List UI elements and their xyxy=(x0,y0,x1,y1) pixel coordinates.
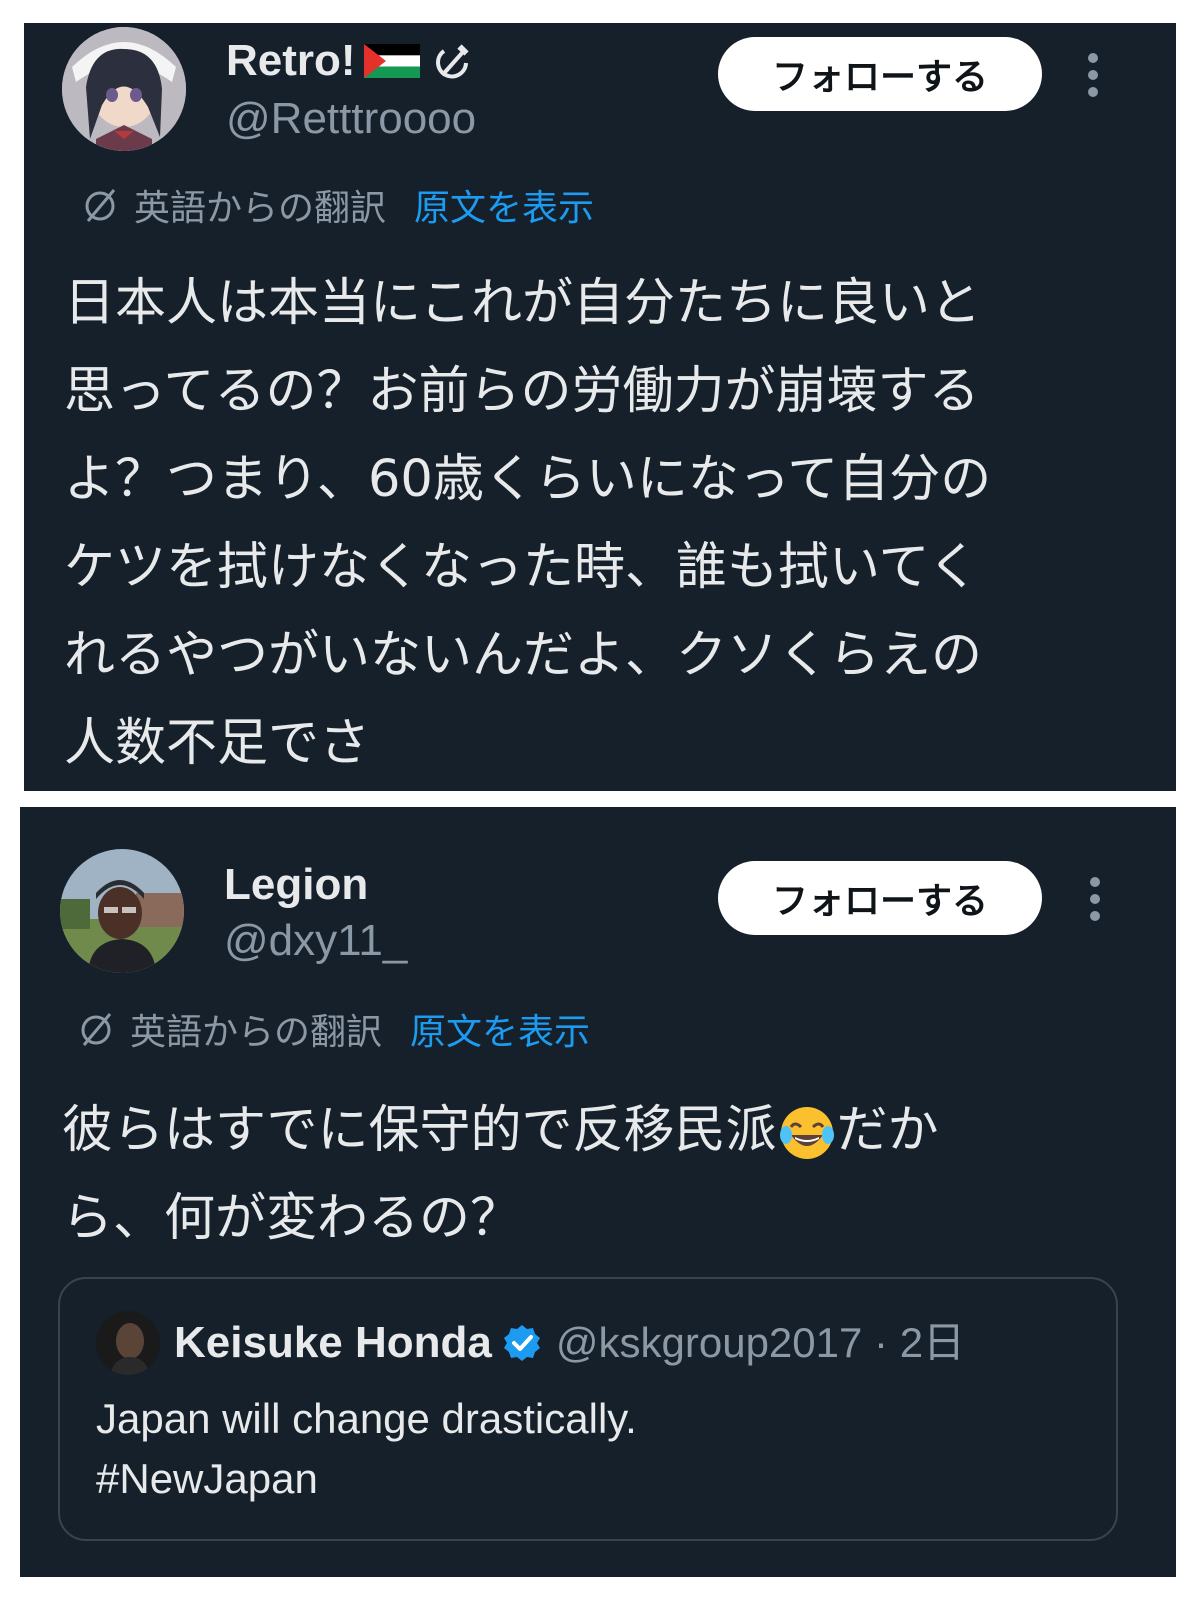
tweet-panel-legion: Legion @dxy11_ フォローする 英語からの翻訳 原文を表示 彼らはす… xyxy=(20,807,1176,1577)
dot-icon xyxy=(1088,87,1098,97)
display-name-text: Legion xyxy=(224,860,369,909)
display-name[interactable]: Legion xyxy=(224,863,368,907)
quoted-tweet-card[interactable]: Keisuke Honda @kskgroup2017 · 2日 Japan w… xyxy=(58,1277,1118,1541)
translate-icon xyxy=(85,189,116,222)
tweet-text-line: ら、何が変わるの？ xyxy=(62,1189,522,1248)
quoted-tweet-header: Keisuke Honda @kskgroup2017 · 2日 xyxy=(96,1311,965,1375)
tweet-text: 彼らはすでに保守的で反移民派 だか ら、何が変わるの？ xyxy=(62,1087,939,1263)
translation-row: 英語からの翻訳 原文を表示 xyxy=(80,179,594,231)
translation-label: 英語からの翻訳 xyxy=(134,188,387,229)
tweet-text-line: 思ってるの？お前らの労働力が崩壊する xyxy=(64,362,980,421)
quoted-text-line: Japan will change drastically. xyxy=(96,1395,637,1442)
tweet-text-segment: だか xyxy=(836,1101,939,1160)
hammer-sickle-icon xyxy=(435,44,469,79)
dot-icon xyxy=(1090,877,1100,887)
quoted-avatar-image xyxy=(96,1311,160,1375)
more-options-button[interactable] xyxy=(1080,869,1110,929)
tweet-text-line: 人数不足でさ xyxy=(64,714,371,773)
dot-icon xyxy=(1088,70,1098,80)
avatar[interactable] xyxy=(60,849,184,973)
display-name[interactable]: Retro! xyxy=(226,39,472,83)
verified-badge-icon xyxy=(503,1325,540,1361)
anime-avatar-image xyxy=(62,27,186,151)
user-handle[interactable]: @Retttroooo xyxy=(226,97,476,141)
laughing-crying-emoji-icon xyxy=(779,1107,834,1159)
display-name-text: Retro! xyxy=(226,36,356,85)
quoted-tweet-text: Japan will change drastically. #NewJapan xyxy=(96,1389,637,1509)
avatar[interactable] xyxy=(62,27,186,151)
translate-icon xyxy=(81,1013,112,1046)
quoted-display-name[interactable]: Keisuke Honda xyxy=(174,1321,492,1365)
follow-button[interactable]: フォローする xyxy=(718,861,1042,935)
translation-label: 英語からの翻訳 xyxy=(130,1012,383,1053)
tweet-text-line: れるやつがいないんだよ、クソくらえの xyxy=(64,626,983,685)
hashtag-link[interactable]: #NewJapan xyxy=(96,1449,637,1509)
quoted-avatar[interactable] xyxy=(96,1311,160,1375)
tweet-text-line: よ？つまり、60歳くらいになって自分の xyxy=(64,450,992,509)
show-original-link[interactable]: 原文を表示 xyxy=(410,1003,590,1055)
dot-icon xyxy=(1088,53,1098,63)
tweet-text-line: 彼らはすでに保守的で反移民派 だか xyxy=(62,1087,939,1175)
tweet-text: 日本人は本当にこれが自分たちに良いと 思ってるの？お前らの労働力が崩壊する よ？… xyxy=(64,260,991,788)
follow-button[interactable]: フォローする xyxy=(718,37,1042,111)
tweet-text-line: 日本人は本当にこれが自分たちに良いと xyxy=(64,274,981,333)
tweet-text-segment: 彼らはすでに保守的で反移民派 xyxy=(62,1101,777,1160)
show-original-link[interactable]: 原文を表示 xyxy=(414,179,594,231)
dot-icon xyxy=(1090,894,1100,904)
user-handle[interactable]: @dxy11_ xyxy=(224,919,407,963)
quoted-handle-time[interactable]: @kskgroup2017 · 2日 xyxy=(556,1322,965,1364)
more-options-button[interactable] xyxy=(1078,45,1108,105)
tweet-text-line: ケツを拭けなくなった時、誰も拭いてく xyxy=(64,538,979,597)
dot-icon xyxy=(1090,911,1100,921)
palestine-flag-icon xyxy=(363,44,420,78)
photo-avatar-image xyxy=(60,849,184,973)
translation-row: 英語からの翻訳 原文を表示 xyxy=(76,1003,590,1055)
tweet-panel-retro: Retro! @Retttroooo フォローする 英語からの翻訳 原文を表示 … xyxy=(24,23,1176,791)
